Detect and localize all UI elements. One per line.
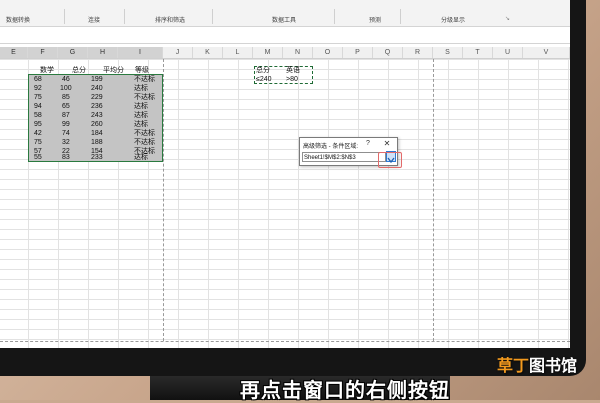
ribbon-separator bbox=[400, 9, 401, 24]
column-header[interactable]: U bbox=[493, 47, 523, 58]
column-header[interactable]: L bbox=[223, 47, 253, 58]
column-header[interactable]: M bbox=[253, 47, 283, 58]
column-header[interactable]: Q bbox=[373, 47, 403, 58]
ribbon: 数据转换 连接 排序和筛选 数据工具 预测 分级显示 ↘ bbox=[0, 0, 570, 27]
page-break-line bbox=[0, 341, 570, 342]
column-header[interactable]: N bbox=[283, 47, 313, 58]
excel-window: 数据转换 连接 排序和筛选 数据工具 预测 分级显示 ↘ E F G H I J… bbox=[0, 0, 570, 348]
table-cell[interactable]: 83 bbox=[62, 153, 70, 163]
page-break-line bbox=[433, 59, 434, 341]
dialog-title: 高级筛选 - 条件区域: bbox=[303, 144, 358, 150]
column-header[interactable]: I bbox=[118, 47, 163, 58]
column-header[interactable]: H bbox=[88, 47, 118, 58]
column-header[interactable]: J bbox=[163, 47, 193, 58]
page-break-line bbox=[163, 59, 164, 341]
table-cell[interactable]: 233 bbox=[91, 153, 103, 163]
ribbon-group-transform[interactable]: 数据转换 bbox=[6, 15, 30, 24]
column-header[interactable]: E bbox=[0, 47, 28, 58]
dialog-launcher-icon[interactable]: ↘ bbox=[505, 15, 510, 22]
column-header[interactable]: F bbox=[28, 47, 58, 58]
table-cell[interactable]: 55 bbox=[34, 153, 42, 163]
column-header[interactable]: T bbox=[463, 47, 493, 58]
ribbon-separator bbox=[64, 9, 65, 24]
column-header[interactable]: P bbox=[343, 47, 373, 58]
ribbon-group-connections[interactable]: 连接 bbox=[88, 15, 100, 24]
watermark-logo: 草丁图书馆 bbox=[497, 358, 578, 375]
column-headers: E F G H I J K L M N O P Q R S T U V bbox=[0, 47, 570, 59]
column-header[interactable]: S bbox=[433, 47, 463, 58]
click-highlight bbox=[378, 152, 402, 168]
ribbon-group-outline[interactable]: 分级显示 bbox=[441, 15, 465, 24]
criteria-value-english[interactable]: >80 bbox=[286, 75, 298, 85]
video-caption: 再点击窗口的右侧按钮 bbox=[240, 380, 450, 402]
ribbon-group-sort-filter[interactable]: 排序和筛选 bbox=[155, 15, 185, 24]
ribbon-group-data-tools[interactable]: 数据工具 bbox=[272, 15, 296, 24]
formula-bar[interactable] bbox=[0, 27, 570, 44]
monitor: 数据转换 连接 排序和筛选 数据工具 预测 分级显示 ↘ E F G H I J… bbox=[0, 0, 586, 376]
column-header[interactable]: V bbox=[523, 47, 570, 58]
column-header[interactable]: K bbox=[193, 47, 223, 58]
close-icon[interactable]: ✕ bbox=[382, 139, 392, 148]
criteria-range-input[interactable]: Sheet1!$M$2:$N$3 bbox=[302, 152, 386, 162]
ribbon-separator bbox=[212, 9, 213, 24]
column-header[interactable]: R bbox=[403, 47, 433, 58]
help-icon[interactable]: ? bbox=[364, 140, 372, 147]
table-cell[interactable]: 达标 bbox=[134, 153, 148, 163]
ribbon-separator bbox=[124, 9, 125, 24]
ribbon-separator bbox=[334, 9, 335, 24]
ribbon-group-forecast[interactable]: 预测 bbox=[369, 15, 381, 24]
column-header[interactable]: G bbox=[58, 47, 88, 58]
criteria-value-total[interactable]: ≤240 bbox=[256, 75, 272, 85]
column-header[interactable]: O bbox=[313, 47, 343, 58]
